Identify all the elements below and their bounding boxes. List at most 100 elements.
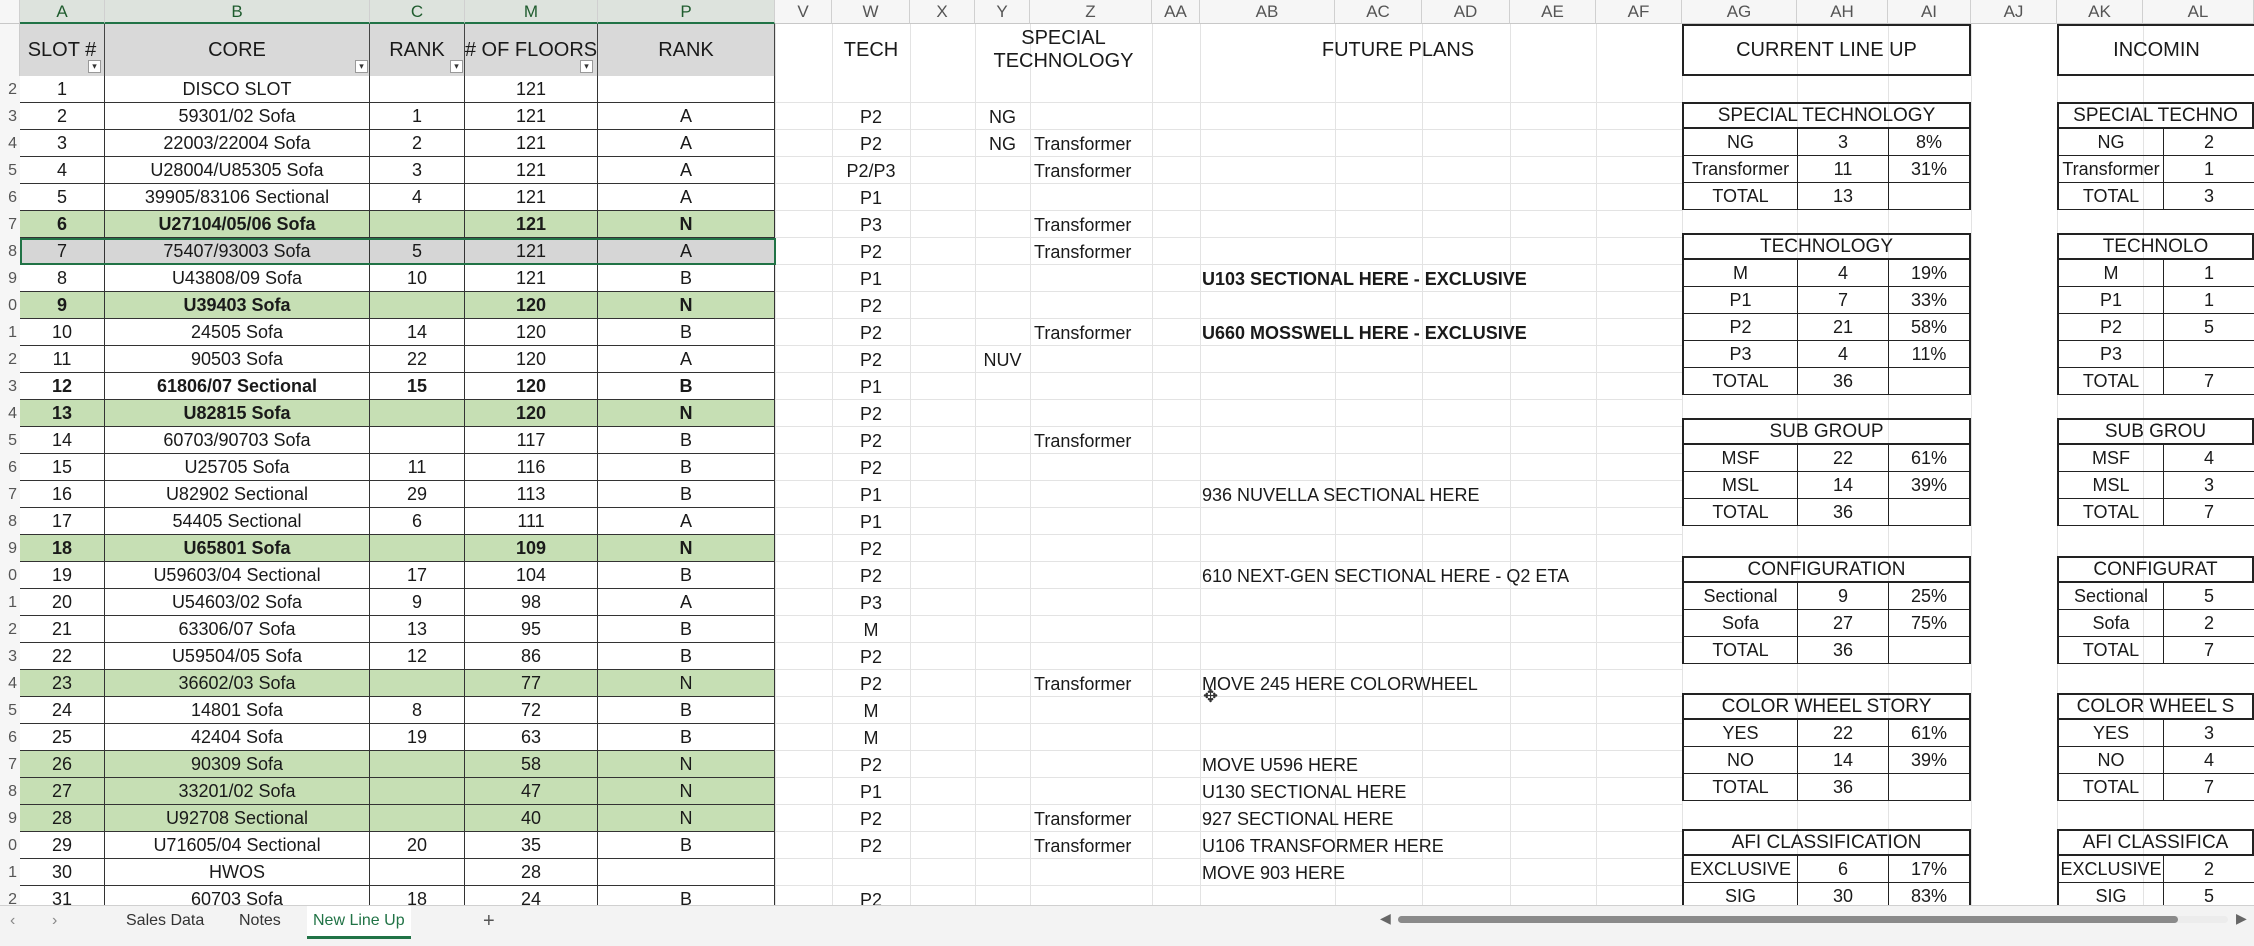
cell-core[interactable]: U54603/02 Sofa [105,589,370,616]
cell-future-plans[interactable] [1198,184,1678,211]
cell-tech-flag[interactable] [975,373,1030,400]
summary-incoming-cell[interactable]: 7 [2163,637,2254,664]
cell-special-technology[interactable] [1030,481,1152,508]
cell-floors[interactable]: 120 [465,373,598,400]
summary-incoming-cell[interactable]: P3 [2057,341,2163,368]
summary-incoming-cell[interactable]: EXCLUSIVE [2057,856,2163,883]
cell-slot[interactable]: 17 [20,508,105,535]
cell-floors[interactable]: 98 [465,589,598,616]
cell-rank2[interactable]: B [598,481,775,508]
cell-tech[interactable]: P2 [832,346,910,373]
cell-future-plans[interactable]: 610 NEXT-GEN SECTIONAL HERE - Q2 ETA [1198,562,1678,589]
column-header-af[interactable]: AF [1596,0,1682,24]
cell-special-technology[interactable] [1030,373,1152,400]
cell-core[interactable]: U92708 Sectional [105,805,370,832]
summary-current-cell[interactable] [1888,368,1971,395]
row-number[interactable]: 6 [0,184,20,211]
summary-current-cell[interactable]: 17% [1888,856,1971,883]
column-header-m[interactable]: M [465,0,598,24]
column-header-v[interactable]: V [775,0,832,24]
summary-incoming-cell[interactable]: TOTAL [2057,183,2163,210]
summary-incoming-cell[interactable]: 3 [2163,183,2254,210]
cell-special-technology[interactable] [1030,724,1152,751]
cell-future-plans[interactable] [1198,643,1678,670]
summary-current-cell[interactable]: 14 [1797,472,1888,499]
cell-tech[interactable]: P2 [832,751,910,778]
row-number[interactable]: 6 [0,724,20,751]
summary-current-cell[interactable]: 33% [1888,287,1971,314]
cell-slot[interactable]: 23 [20,670,105,697]
summary-current-cell[interactable]: 4 [1797,260,1888,287]
cell-rank[interactable] [370,76,465,103]
cell-slot[interactable]: 12 [20,373,105,400]
row-number[interactable]: 2 [0,346,20,373]
cell-future-plans[interactable] [1198,373,1678,400]
summary-incoming-cell[interactable]: TOTAL [2057,368,2163,395]
summary-current-cell[interactable]: TOTAL [1682,499,1797,526]
summary-incoming-cell[interactable]: 3 [2163,720,2254,747]
row-number[interactable]: 9 [0,535,20,562]
cell-rank[interactable] [370,805,465,832]
cell-slot[interactable]: 16 [20,481,105,508]
cell-future-plans[interactable] [1198,724,1678,751]
summary-current-cell[interactable]: 22 [1797,720,1888,747]
column-header-w[interactable]: W [832,0,910,24]
cell-slot[interactable]: 22 [20,643,105,670]
cell-tech-flag[interactable]: NG [975,130,1030,157]
summary-incoming-cell[interactable]: 1 [2163,156,2254,183]
cell-special-technology[interactable]: Transformer [1030,805,1152,832]
row-number[interactable]: 1 [0,859,20,886]
cell-special-technology[interactable] [1030,400,1152,427]
cell-future-plans[interactable]: MOVE U596 HERE [1198,751,1678,778]
summary-incoming-cell[interactable]: 2 [2163,856,2254,883]
cell-tech[interactable]: P2 [832,832,910,859]
cell-future-plans[interactable]: 936 NUVELLA SECTIONAL HERE [1198,481,1678,508]
summary-current-cell[interactable]: SIG [1682,883,1797,905]
cell-tech-flag[interactable]: NUV [975,346,1030,373]
cell-core[interactable]: 42404 Sofa [105,724,370,751]
summary-current-cell[interactable]: 4 [1797,341,1888,368]
cell-rank[interactable] [370,535,465,562]
cell-rank[interactable]: 1 [370,103,465,130]
cell-rank[interactable]: 13 [370,616,465,643]
summary-current-cell[interactable]: 36 [1797,499,1888,526]
add-sheet-button[interactable]: + [483,910,495,933]
cell-core[interactable]: U28004/U85305 Sofa [105,157,370,184]
column-header-ac[interactable]: AC [1335,0,1422,24]
cell-future-plans[interactable] [1198,616,1678,643]
cell-floors[interactable]: 24 [465,886,598,905]
cell-rank[interactable]: 4 [370,184,465,211]
cell-rank2[interactable] [598,859,775,886]
column-header-ae[interactable]: AE [1510,0,1596,24]
cell-future-plans[interactable] [1198,130,1678,157]
cell-tech-flag[interactable] [975,616,1030,643]
cell-special-technology[interactable] [1030,535,1152,562]
cell-rank[interactable] [370,427,465,454]
cell-tech-flag[interactable] [975,643,1030,670]
cell-rank2[interactable] [598,76,775,103]
row-number[interactable]: 0 [0,832,20,859]
row-number[interactable]: 3 [0,373,20,400]
cell-floors[interactable]: 63 [465,724,598,751]
cell-slot[interactable]: 30 [20,859,105,886]
cell-core[interactable]: 90503 Sofa [105,346,370,373]
row-number[interactable]: 2 [0,616,20,643]
summary-current-cell[interactable]: 19% [1888,260,1971,287]
summary-current-cell[interactable] [1888,183,1971,210]
cell-core[interactable]: U25705 Sofa [105,454,370,481]
cell-rank[interactable]: 11 [370,454,465,481]
row-number[interactable]: 7 [0,211,20,238]
cell-slot[interactable]: 15 [20,454,105,481]
cell-future-plans[interactable] [1198,508,1678,535]
cell-rank2[interactable]: B [598,886,775,905]
summary-current-cell[interactable] [1888,774,1971,801]
cell-tech[interactable]: P2 [832,454,910,481]
cell-floors[interactable]: 117 [465,427,598,454]
summary-current-cell[interactable]: TOTAL [1682,368,1797,395]
cell-special-technology[interactable] [1030,778,1152,805]
row-number[interactable]: 5 [0,427,20,454]
cell-tech-flag[interactable] [975,211,1030,238]
summary-current-cell[interactable]: 36 [1797,637,1888,664]
summary-current-cell[interactable]: EXCLUSIVE [1682,856,1797,883]
cell-core[interactable]: 63306/07 Sofa [105,616,370,643]
